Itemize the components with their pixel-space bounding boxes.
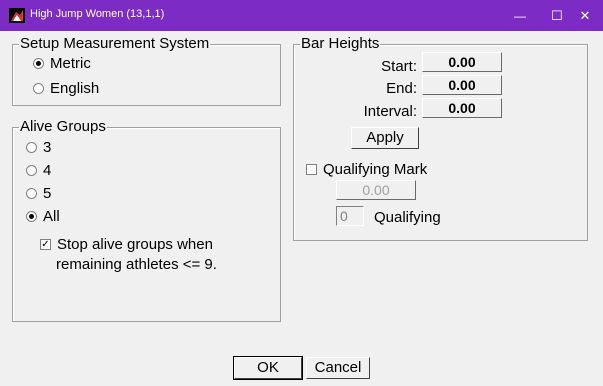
minimize-icon: — (514, 8, 526, 23)
alive-groups-legend: Alive Groups (19, 118, 107, 136)
qualifying-mark-field[interactable]: 0.00 (336, 180, 416, 200)
alive-group-radio-3[interactable]: 3 (26, 139, 51, 156)
english-radio-indicator (33, 83, 44, 94)
alive-group-3-label: 3 (43, 139, 52, 156)
end-label: End: (386, 80, 417, 97)
alive-group-radio-all[interactable]: All (26, 208, 60, 225)
alive-group-radio-4[interactable]: 4 (26, 162, 51, 179)
bar-heights-legend: Bar Heights (300, 35, 381, 53)
stop-alive-groups-line2-wrap: remaining athletes <= 9. (56, 256, 217, 273)
stop-alive-groups-check-indicator: ✓ (40, 239, 51, 250)
alive-group-all-label: All (43, 208, 60, 225)
end-height-field[interactable]: 0.00 (422, 75, 502, 95)
start-label: Start: (381, 58, 417, 75)
metric-radio-indicator (33, 58, 44, 69)
close-icon: ✕ (579, 7, 591, 23)
qualifying-count-field[interactable]: 0 (336, 206, 364, 226)
interval-label: Interval: (363, 103, 417, 120)
alive-group-5-indicator (26, 188, 37, 199)
alive-group-4-indicator (26, 165, 37, 176)
qualifying-mark-label: Qualifying Mark (323, 161, 428, 178)
apply-button[interactable]: Apply (351, 127, 419, 149)
app-icon (9, 8, 25, 23)
qualifying-label: Qualifying (374, 209, 441, 226)
alive-group-4-label: 4 (43, 162, 52, 179)
ok-button[interactable]: OK (233, 356, 303, 380)
stop-alive-groups-line2: remaining athletes <= 9. (56, 256, 217, 273)
alive-group-3-indicator (26, 142, 37, 153)
check-icon: ✓ (41, 239, 50, 250)
english-radio[interactable]: English (33, 80, 99, 97)
stop-alive-groups-checkbox[interactable]: ✓ Stop alive groups when (40, 236, 213, 253)
alive-group-all-indicator (26, 211, 37, 222)
metric-radio[interactable]: Metric (33, 55, 91, 72)
window-title: High Jump Women (13,1,1) (30, 8, 165, 20)
title-bar[interactable]: High Jump Women (13,1,1) — ☐ ✕ (0, 0, 603, 31)
qualifying-mark-check-indicator (306, 164, 317, 175)
metric-label: Metric (50, 55, 91, 72)
cancel-button[interactable]: Cancel (306, 357, 370, 379)
stop-alive-groups-line1: Stop alive groups when (57, 236, 213, 253)
maximize-icon: ☐ (551, 7, 563, 23)
qualifying-mark-checkbox[interactable]: Qualifying Mark (306, 161, 427, 178)
interval-field[interactable]: 0.00 (422, 98, 502, 118)
close-button[interactable]: ✕ (563, 0, 603, 31)
measurement-system-legend: Setup Measurement System (19, 35, 211, 53)
alive-group-5-label: 5 (43, 185, 52, 202)
start-height-field[interactable]: 0.00 (422, 52, 502, 72)
alive-group-radio-5[interactable]: 5 (26, 185, 51, 202)
english-label: English (50, 80, 100, 97)
